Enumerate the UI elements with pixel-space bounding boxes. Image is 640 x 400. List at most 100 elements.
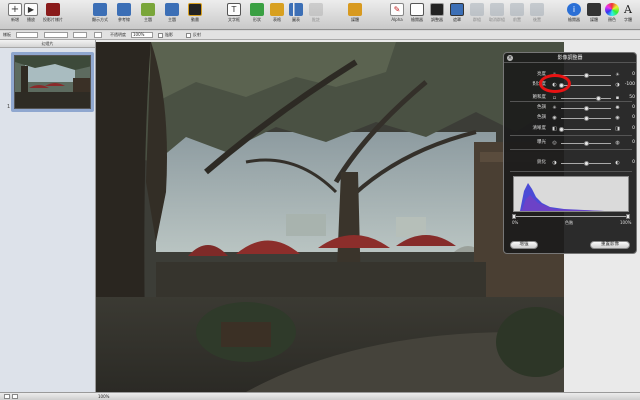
- navigator-header: 幻燈片: [0, 40, 95, 48]
- tint-label: 色調: [537, 115, 546, 120]
- brightness-max-icon: ☀: [615, 72, 620, 78]
- masters-icon: [165, 3, 179, 16]
- tint-value[interactable]: 0: [632, 114, 635, 122]
- contrast-value[interactable]: -100: [625, 81, 635, 89]
- zoom-value[interactable]: 100%: [98, 393, 109, 400]
- reflection-checkbox[interactable]: [186, 33, 191, 38]
- style-popup[interactable]: [16, 32, 38, 38]
- temperature-slider-knob[interactable]: [583, 105, 589, 111]
- reflection-label: 反射: [193, 32, 201, 37]
- levels-max-label: 100%: [620, 220, 632, 225]
- media-button[interactable]: 媒體: [343, 2, 367, 28]
- animation-icon: [188, 3, 202, 16]
- themes-button[interactable]: 主題: [136, 2, 160, 28]
- tint-slider-knob[interactable]: [583, 115, 589, 121]
- fonts-button[interactable]: A 字體: [617, 2, 639, 28]
- exposure-min-icon: ◎: [552, 140, 557, 146]
- levels-black-point-handle[interactable]: [512, 214, 516, 219]
- style-label: 樣板: [3, 32, 11, 37]
- masters-button[interactable]: 主題: [160, 2, 184, 28]
- sharpen-value[interactable]: 0: [632, 159, 635, 167]
- shapes-icon: [250, 3, 264, 16]
- brightness-label: 亮度: [537, 72, 546, 77]
- shadow-label: 陰影: [165, 32, 173, 37]
- exposure-label: 曝光: [537, 140, 546, 145]
- front-icon: [510, 3, 524, 16]
- navigator-toggle[interactable]: [4, 394, 10, 399]
- temperature-slider[interactable]: [561, 105, 611, 111]
- slide-photo[interactable]: [96, 42, 564, 392]
- group-icon: [470, 3, 484, 16]
- add-slide-mini-button[interactable]: [12, 394, 18, 399]
- contrast-row: 對比度 ◐ ◑ -100: [504, 81, 638, 89]
- sharpness-value[interactable]: 0: [632, 125, 635, 133]
- brightness-slider-knob[interactable]: [583, 72, 589, 78]
- exposure-row: 曝光 ◎ ◍ 0: [504, 139, 638, 147]
- back-icon: [530, 3, 544, 16]
- levels-min-label: 0%: [512, 220, 519, 225]
- master-slide-button[interactable]: 投影片樣片: [38, 2, 68, 28]
- exposure-value[interactable]: 0: [632, 139, 635, 147]
- brightness-value[interactable]: 0: [632, 71, 635, 79]
- comment-button[interactable]: 批註: [304, 2, 328, 28]
- exposure-slider[interactable]: [561, 140, 611, 146]
- brightness-slider[interactable]: [561, 72, 611, 78]
- panel-title: 影像調整器: [504, 53, 636, 63]
- sharpness-slider[interactable]: [558, 126, 611, 132]
- temperature-min-icon: ✳: [552, 105, 557, 111]
- stroke-popup[interactable]: [44, 32, 68, 38]
- saturation-slider-knob[interactable]: [596, 95, 601, 101]
- reset-image-button[interactable]: 重置影像: [590, 241, 630, 249]
- send-back-button[interactable]: 後置: [525, 2, 549, 28]
- app-window: + 新增 ▶ 播放 投影片樣片 顯示方式 參考線 主題 主題 動畫 T 文字框 形狀 …: [0, 0, 640, 400]
- table-icon: [270, 3, 284, 16]
- temperature-label: 色調: [537, 105, 546, 110]
- tint-max-icon: ◉: [615, 115, 620, 121]
- contrast-max-icon: ◑: [615, 82, 620, 88]
- tint-row: 色調 ◉ ◉ 0: [504, 114, 638, 122]
- levels-slider[interactable]: [512, 214, 630, 219]
- sharpness-slider-knob[interactable]: [558, 126, 564, 132]
- shadow-checkbox[interactable]: [158, 33, 163, 38]
- textbox-button[interactable]: T 文字框: [222, 2, 246, 28]
- panel-divider: [510, 135, 632, 136]
- animation-button[interactable]: 動畫: [183, 2, 207, 28]
- sharpen-slider-knob[interactable]: [583, 160, 589, 166]
- levels-label: 色階: [565, 220, 573, 225]
- tint-slider[interactable]: [561, 115, 611, 121]
- levels-white-point-handle[interactable]: [626, 214, 630, 219]
- saturation-slider[interactable]: [561, 95, 611, 101]
- slide-navigator: 幻燈片 1: [0, 40, 96, 392]
- exposure-max-icon: ◍: [615, 140, 620, 146]
- themes-icon: [141, 3, 155, 16]
- temperature-value[interactable]: 0: [632, 104, 635, 112]
- opacity-field[interactable]: 100%: [131, 32, 153, 38]
- sharpness-row: 清晰度 ◧ ◨ 0: [504, 125, 638, 133]
- slide-thumbnail-selected[interactable]: [11, 52, 94, 112]
- panel-divider: [510, 101, 632, 102]
- media-icon: [348, 3, 362, 16]
- sharpen-min-icon: ◑: [552, 160, 557, 166]
- status-bar: 100%: [0, 392, 640, 400]
- stroke-width-field[interactable]: [73, 32, 87, 38]
- sharpness-min-icon: ◧: [552, 126, 557, 132]
- chart-icon: [289, 3, 303, 16]
- stroke-color-well[interactable]: [94, 32, 102, 38]
- format-bar: 樣板 不透明度 100% 陰影 反射: [0, 31, 640, 40]
- master-slide-icon: [46, 3, 60, 16]
- guides-button[interactable]: 參考線: [112, 2, 136, 28]
- levels-histogram: [513, 176, 629, 212]
- media-browser-icon: [587, 3, 601, 16]
- slide-thumbnail-image: [14, 55, 91, 109]
- view-button[interactable]: 顯示方式: [88, 2, 112, 28]
- enhance-button[interactable]: 增強: [510, 241, 538, 249]
- sharpen-slider[interactable]: [561, 160, 611, 166]
- fonts-icon: A: [624, 3, 632, 16]
- temperature-max-icon: ✺: [615, 105, 620, 111]
- alpha-icon: ✎: [390, 3, 404, 16]
- exposure-slider-knob[interactable]: [583, 140, 589, 146]
- toolbar: + 新增 ▶ 播放 投影片樣片 顯示方式 參考線 主題 主題 動畫 T 文字框 形狀 …: [0, 0, 640, 30]
- guides-icon: [117, 3, 131, 16]
- close-icon[interactable]: ×: [507, 55, 513, 61]
- play-icon: ▶: [24, 3, 38, 16]
